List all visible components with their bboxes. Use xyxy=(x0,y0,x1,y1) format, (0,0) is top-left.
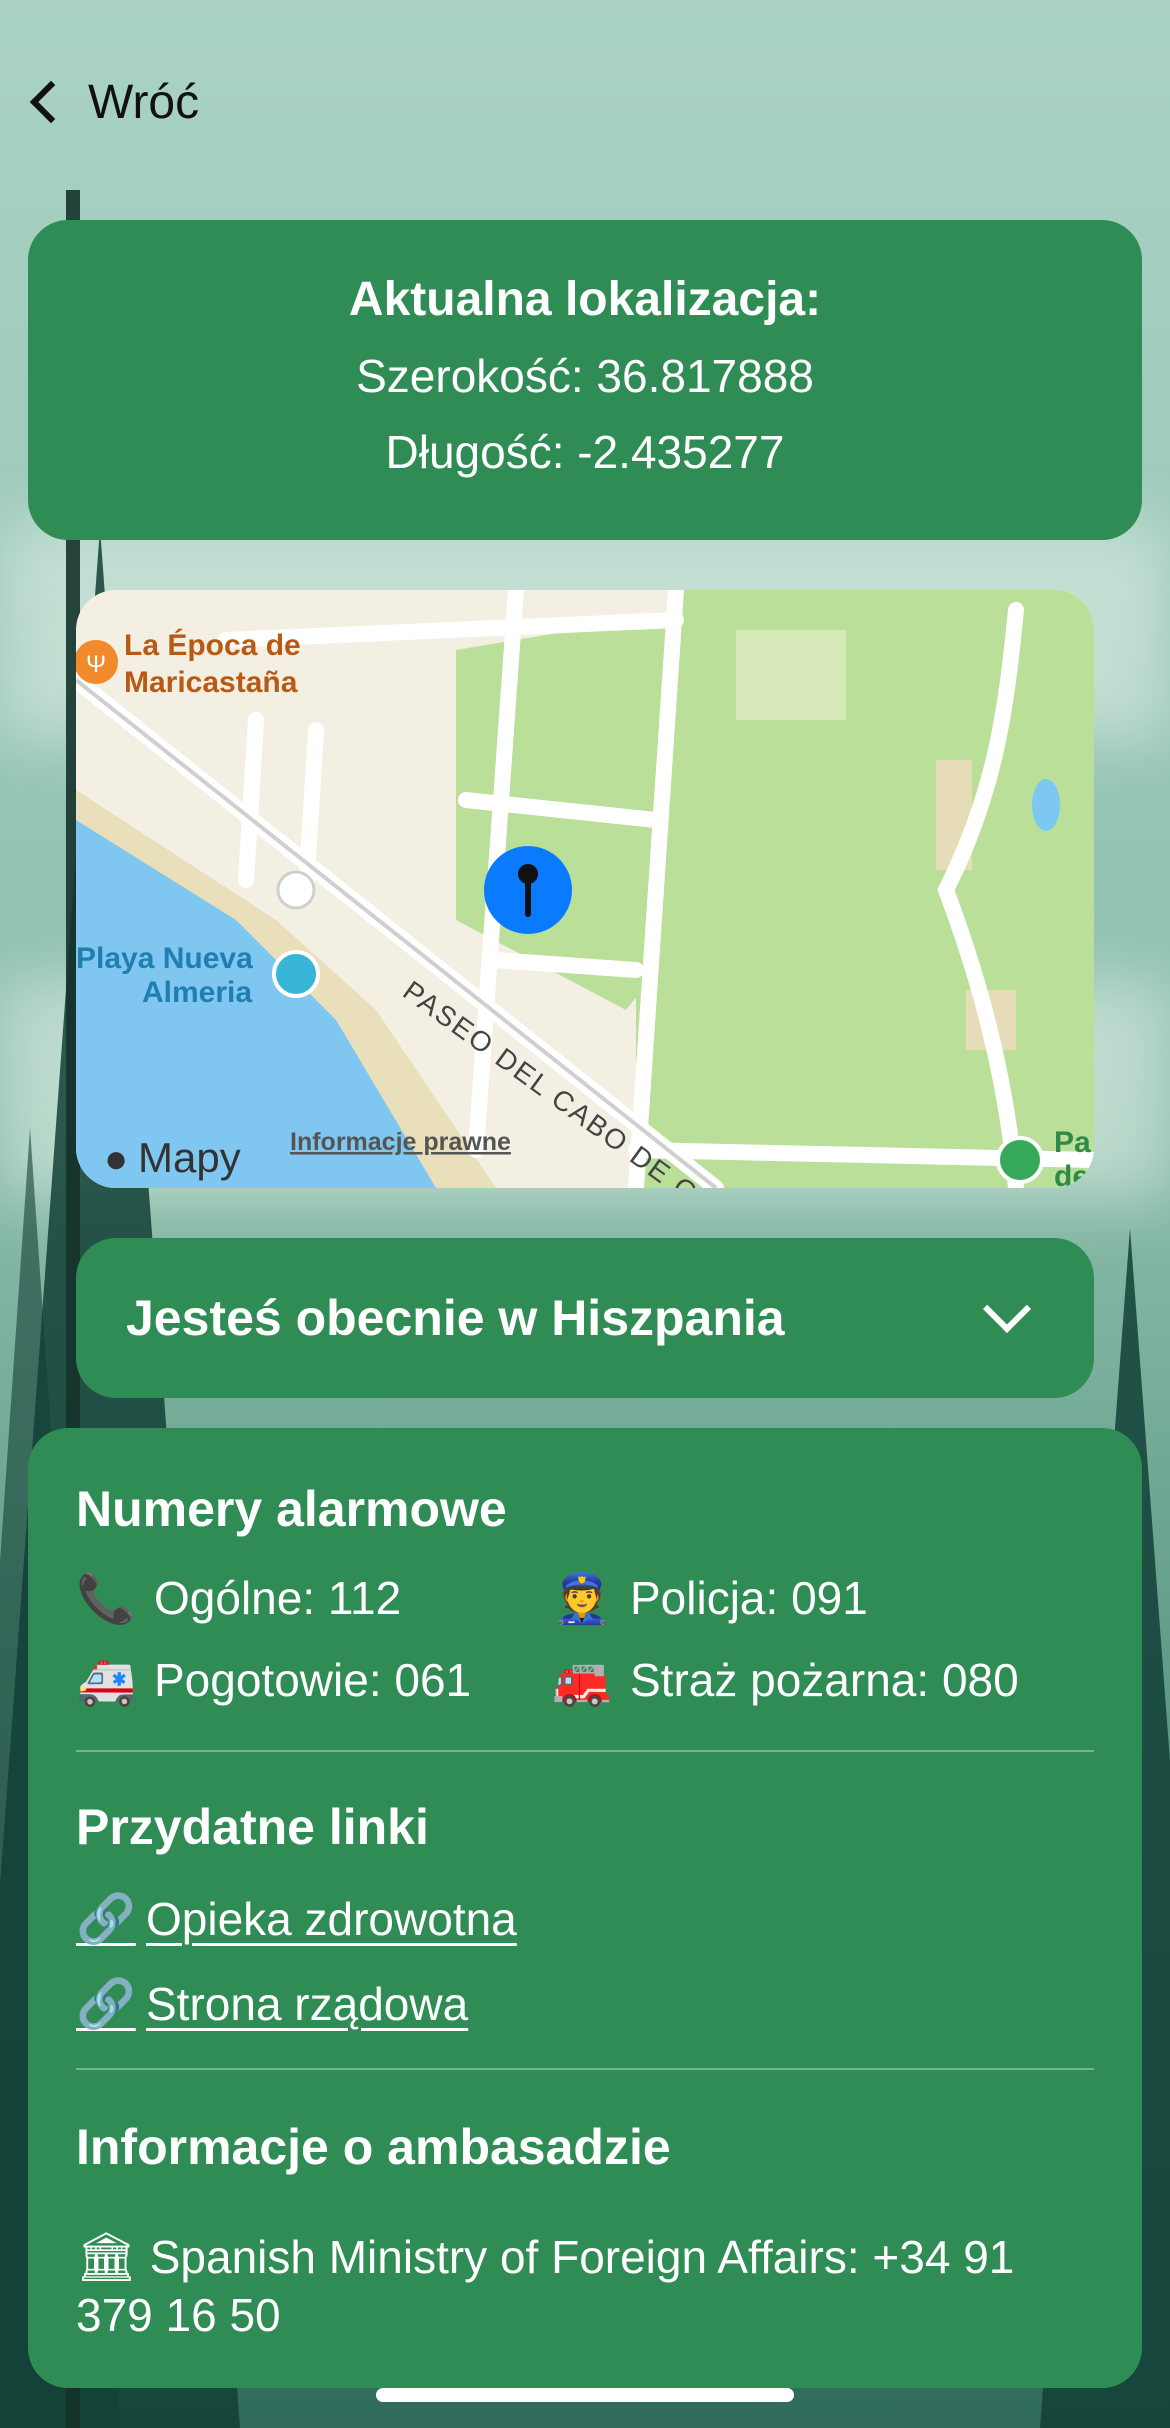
link-government-site[interactable]: 🔗 Strona rządowa xyxy=(76,1975,1094,2032)
link-icon: 🔗 xyxy=(76,1976,136,2032)
map-poi-beach-line2: Almeria xyxy=(142,976,252,1009)
chevron-left-icon xyxy=(29,80,73,124)
police-officer-icon: 👮 xyxy=(552,1570,612,1627)
map-brand-text: Mapy xyxy=(138,1134,241,1181)
telephone-icon: 📞 xyxy=(76,1570,136,1627)
emergency-fire[interactable]: 🚒 Straż pożarna: 080 xyxy=(552,1652,1094,1709)
emergency-ambulance[interactable]: 🚑 Pogotowie: 061 xyxy=(76,1652,552,1709)
emergency-heading: Numery alarmowe xyxy=(76,1481,507,1537)
apple-maps-logo: ● Mapy xyxy=(104,1134,241,1181)
classical-building-icon: 🏛 xyxy=(76,2229,137,2285)
link-healthcare[interactable]: 🔗 Opieka zdrowotna xyxy=(76,1890,1094,1947)
emergency-police-label: Policja: 091 xyxy=(630,1572,868,1624)
embassy-text: Spanish Ministry of Foreign Affairs: +34… xyxy=(76,2231,1015,2341)
map-poi-restaurant-line1: La Época de xyxy=(124,628,301,662)
country-dropdown[interactable]: Jesteś obecnie w Hiszpania xyxy=(76,1238,1094,1398)
longitude-text: Długość: -2.435277 xyxy=(385,426,785,478)
current-location-card: Aktualna lokalizacja: Szerokość: 36.8178… xyxy=(28,220,1142,540)
back-label: Wróć xyxy=(88,75,200,129)
map-view[interactable]: PASEO DEL CABO DE GATA Ψ La Época de Mar… xyxy=(76,590,1094,1188)
info-card: Numery alarmowe 📞 Ogólne: 112 👮 Policja:… xyxy=(28,1428,1142,2388)
home-indicator[interactable] xyxy=(376,2388,794,2402)
location-title: Aktualna lokalizacja: xyxy=(348,273,822,326)
divider xyxy=(76,1750,1094,1752)
emergency-police[interactable]: 👮 Policja: 091 xyxy=(552,1570,1094,1627)
emergency-general[interactable]: 📞 Ogólne: 112 xyxy=(76,1570,552,1627)
link-icon: 🔗 xyxy=(76,1891,136,1947)
chevron-down-icon xyxy=(982,1284,1032,1334)
embassy-section: Informacje o ambasadzie 🏛 Spanish Minist… xyxy=(76,2118,1094,2344)
location-pin-icon[interactable] xyxy=(484,846,572,934)
links-heading: Przydatne linki xyxy=(76,1799,429,1855)
embassy-info: 🏛 Spanish Ministry of Foreign Affairs: +… xyxy=(76,2228,1094,2344)
svg-text:●: ● xyxy=(104,1137,128,1181)
map-poi-park-line1: Pa xyxy=(1054,1126,1091,1159)
embassy-heading: Informacje o ambasadzie xyxy=(76,2119,671,2175)
emergency-section: Numery alarmowe 📞 Ogólne: 112 👮 Policja:… xyxy=(76,1480,1094,1709)
link-healthcare-label: Opieka zdrowotna xyxy=(146,1892,517,1945)
links-section: Przydatne linki 🔗 Opieka zdrowotna 🔗 Str… xyxy=(76,1798,1094,2032)
emergency-fire-label: Straż pożarna: 080 xyxy=(630,1654,1019,1706)
ambulance-icon: 🚑 xyxy=(76,1652,136,1709)
back-button[interactable]: Wróć xyxy=(26,70,199,134)
latitude-text: Szerokość: 36.817888 xyxy=(356,350,814,402)
country-label: Jesteś obecnie w Hiszpania xyxy=(126,1290,785,1346)
emergency-general-label: Ogólne: 112 xyxy=(154,1572,402,1624)
emergency-ambulance-label: Pogotowie: 061 xyxy=(154,1654,472,1706)
link-government-label: Strona rządowa xyxy=(146,1977,469,2030)
fire-engine-icon: 🚒 xyxy=(552,1652,612,1709)
map-legal-link[interactable]: Informacje prawne xyxy=(290,1128,511,1156)
map-poi-beach-line1: Playa Nueva xyxy=(76,942,253,975)
map-poi-restaurant-line2: Maricastaña xyxy=(124,666,298,699)
svg-text:Ψ: Ψ xyxy=(86,651,106,678)
divider xyxy=(76,2068,1094,2070)
